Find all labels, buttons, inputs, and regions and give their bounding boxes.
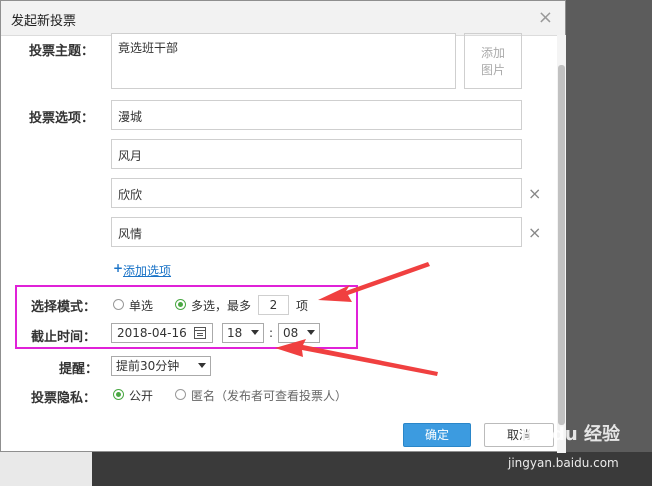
option-input[interactable]: 欣欣 [111,178,522,208]
privacy-label: 投票隐私： [31,391,97,406]
reminder-label: 提醒： [59,362,99,377]
scrollbar[interactable] [557,35,566,453]
add-image-label-2: 图片 [480,63,505,77]
reminder-select[interactable]: 提前30分钟 [111,356,211,376]
scrollbar-thumb[interactable] [558,65,565,425]
anonymous-radio[interactable] [175,389,186,400]
plus-icon: + [113,261,124,275]
topic-label: 投票主题： [29,44,95,59]
dialog-titlebar: 发起新投票 × [1,1,565,36]
remove-option-icon[interactable]: × [528,184,541,203]
watermark-url: jingyan.baidu.com [508,456,619,470]
add-option-link[interactable]: 添加选项 [123,262,171,279]
close-icon[interactable]: × [538,7,553,28]
option-value: 漫城 [118,110,143,124]
public-radio[interactable] [113,389,124,400]
add-image-button[interactable]: 添加 图片 [464,33,522,89]
option-value: 风月 [118,149,143,163]
watermark-brand: Baidu 经验 [520,424,621,445]
anonymous-label: 匿名（发布者可查看投票人） [191,389,348,403]
remove-option-icon[interactable]: × [528,223,541,242]
option-input[interactable]: 风月 [111,139,522,169]
dialog-title: 发起新投票 [11,14,77,29]
options-label: 投票选项： [29,111,95,126]
option-input[interactable]: 风情 [111,217,522,247]
reminder-value: 提前30分钟 [116,359,180,373]
option-input[interactable]: 漫城 [111,100,522,130]
confirm-button[interactable]: 确定 [403,423,471,447]
topic-textarea[interactable]: 竟选班干部 [111,33,456,89]
option-value: 欣欣 [118,188,143,202]
background-panel [0,452,92,486]
topic-value: 竟选班干部 [118,41,179,55]
chevron-down-icon [198,363,206,368]
new-poll-dialog: 发起新投票 × 投票主题： 竟选班干部 添加 图片 投票选项： 漫城 风月 欣欣… [0,0,566,453]
public-label: 公开 [129,389,154,403]
add-image-label: 添加 [480,46,505,60]
option-value: 风情 [118,227,143,241]
highlight-box [15,285,358,349]
